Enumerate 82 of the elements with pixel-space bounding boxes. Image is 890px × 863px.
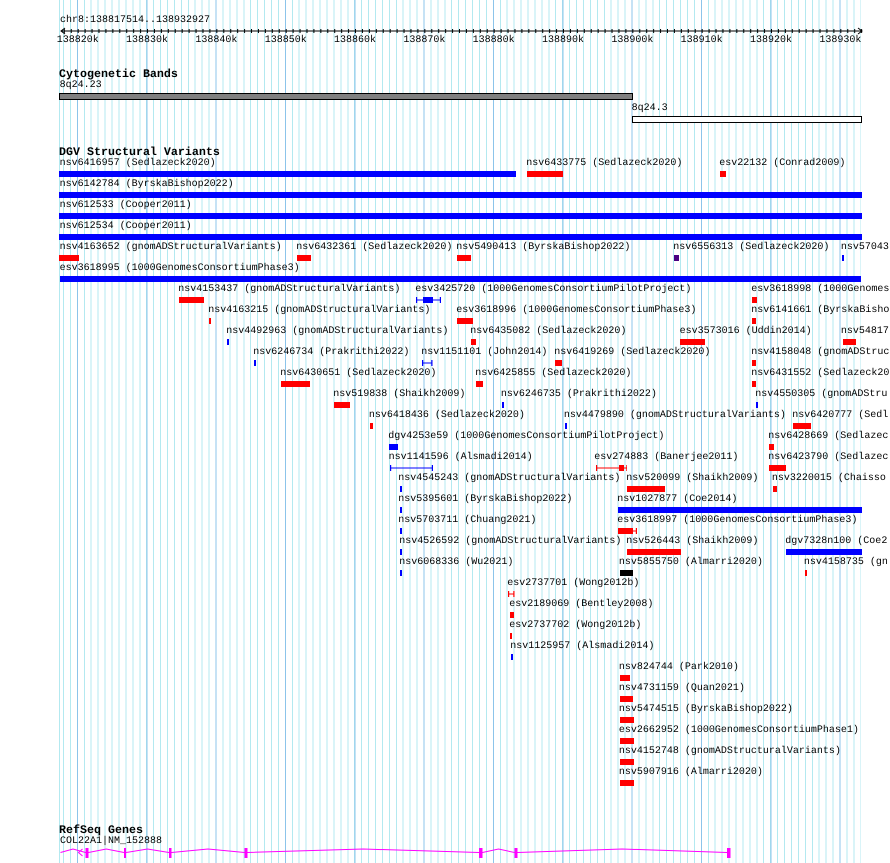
variant-label: nsv612533 (Cooper2011) (60, 200, 192, 212)
variant-label: nsv6430651 (Sedlazeck2020) (280, 368, 436, 380)
tick-label: 138840k (195, 35, 238, 47)
variant-label: nsv6068336 (Wu2021) (399, 557, 514, 569)
variant-label: nsv4163215 (gnomADStructuralVariants) (208, 305, 430, 317)
variant-label: nsv4526592 (gnomADStructuralVariants) (399, 536, 622, 548)
variant-label: nsv6418436 (Sedlazeck2020) (368, 410, 525, 422)
variant-label: nsv526443 (Shaikh2009) (626, 536, 758, 548)
tick-label: 138890k (542, 35, 584, 47)
variant-label: esv3618997 (1000GenomesConsortiumPhase3) (617, 515, 858, 527)
variant-label: nsv6423790 (Sedlazec (768, 452, 888, 464)
band-label: 8q24.3 (632, 103, 668, 115)
variant-label: esv2662952 (1000GenomesConsortiumPhase1) (618, 725, 859, 737)
variant-label: nsv1027877 (Coe2014) (617, 494, 738, 506)
variant-label: nsv1151101 (John2014) (421, 347, 548, 359)
location-label: chr8:138817514..138932927 (60, 15, 210, 27)
variant-label: nsv6435082 (Sedlazeck2020) (470, 326, 626, 338)
variant-label: nsv6433775 (Sedlazeck2020) (526, 158, 682, 170)
variant-label: nsv6246734 (Prakrithi2022) (253, 347, 410, 359)
variant-label: nsv1125957 (Alsmadi2014) (510, 641, 654, 653)
tick-label: 138920k (750, 35, 792, 47)
variant-label: nsv4158048 (gnomADStruc (751, 347, 890, 359)
variant-label: nsv4152748 (gnomADStructuralVariants) (618, 746, 841, 758)
variant-label: nsv6416957 (Sedlazeck2020) (60, 158, 216, 170)
variant-label: nsv3220015 (Chaisso (772, 473, 886, 485)
variant-label: esv3618995 (1000GenomesConsortiumPhase3) (60, 263, 300, 275)
variant-label: nsv6556313 (Sedlazeck2020) (673, 242, 830, 254)
variant-label: nsv4731159 (Quan2021) (618, 683, 745, 695)
variant-label: nsv6142784 (ByrskaBishop2022) (60, 179, 234, 191)
variant-label: nsv1141596 (Alsmadi2014) (388, 452, 533, 464)
variant-label: nsv4492963 (gnomADStructuralVariants) (226, 326, 448, 338)
variant-label: dgv7328n100 (Coe2 (785, 536, 888, 548)
variant-label: nsv6432361 (Sedlazeck2020) (296, 242, 452, 254)
tick-label: 138850k (264, 35, 307, 47)
variant-label: dgv4253e59 (1000GenomesConsortiumPilotProject) (388, 431, 664, 443)
tick-label: 138880k (472, 35, 515, 47)
variant-label: nsv4550305 (gnomADStru (755, 389, 888, 401)
variant-label: nsv5490413 (ByrskaBishop2022) (456, 242, 630, 254)
variant-label: nsv5907916 (Almarri2020) (618, 767, 763, 779)
variant-label: esv2737701 (Wong2012b) (507, 578, 640, 590)
tick-label: 138870k (403, 35, 446, 47)
variant-label: nsv520099 (Shaikh2009) (626, 473, 758, 485)
tick-label: 138910k (680, 35, 723, 47)
variant-label: esv3618996 (1000GenomesConsortiumPhase3) (456, 305, 696, 317)
variant-label: nsv4545243 (gnomADStructuralVariants) (398, 473, 620, 485)
tick-label: 138900k (611, 35, 654, 47)
variant-label: nsv6420777 (Sedl (792, 410, 888, 422)
variant-label: nsv612534 (Cooper2011) (60, 221, 192, 233)
variant-label: nsv519838 (Shaikh2009) (333, 389, 466, 401)
variant-label: esv3618998 (1000Genomes (751, 284, 890, 296)
variant-label: nsv4153437 (gnomADStructuralVariants) (178, 284, 400, 296)
variant-label: nsv6141661 (ByrskaBisho (751, 305, 890, 317)
variant-label: nsv6425855 (Sedlazeck2020) (475, 368, 632, 380)
variant-label: nsv5474515 (ByrskaBishop2022) (618, 704, 793, 716)
tick-label: 138830k (126, 35, 168, 47)
variant-label: nsv6428669 (Sedlazec (768, 431, 888, 443)
variant-label: esv3573016 (Uddin2014) (680, 326, 812, 338)
track-title: RefSeq Genes (59, 824, 143, 836)
variant-label: nsv6419269 (Sedlazeck2020) (554, 347, 710, 359)
variant-label: nsv57043 (840, 242, 889, 254)
tick-label: 138930k (819, 35, 862, 47)
variant-label: nsv4158735 (gn (804, 557, 888, 569)
variant-label: esv22132 (Conrad2009) (719, 158, 846, 170)
tick-label: 138860k (334, 35, 376, 47)
variant-label: nsv54817 (840, 326, 889, 338)
variant-label: esv2737702 (Wong2012b) (509, 620, 642, 632)
variant-label: nsv5395601 (ByrskaBishop2022) (398, 494, 572, 506)
gene-label: COL22A1|NM_152888 (60, 836, 162, 848)
variant-label: nsv6431552 (Sedlazeck20 (751, 368, 890, 380)
variant-label: nsv6246735 (Prakrithi2022) (500, 389, 657, 401)
variant-label: esv274883 (Banerjee2011) (594, 452, 738, 464)
variant-label: nsv5703711 (Chuang2021) (398, 515, 536, 527)
variant-label: esv2189069 (Bentley2008) (509, 599, 654, 611)
variant-label: nsv5855750 (Almarri2020) (618, 557, 763, 569)
variant-label: nsv824744 (Park2010) (618, 662, 739, 674)
tick-label: 138820k (56, 35, 99, 47)
variant-label: esv3425720 (1000GenomesConsortiumPilotProject) (415, 284, 692, 296)
track-title: Cytogenetic Bands (59, 68, 178, 80)
variant-label: nsv4163652 (gnomADStructuralVariants) (60, 242, 282, 254)
variant-label: nsv4479890 (gnomADStructuralVariants) (564, 410, 786, 422)
band-label: 8q24.23 (60, 80, 102, 92)
track-title: DGV Structural Variants (59, 146, 220, 158)
